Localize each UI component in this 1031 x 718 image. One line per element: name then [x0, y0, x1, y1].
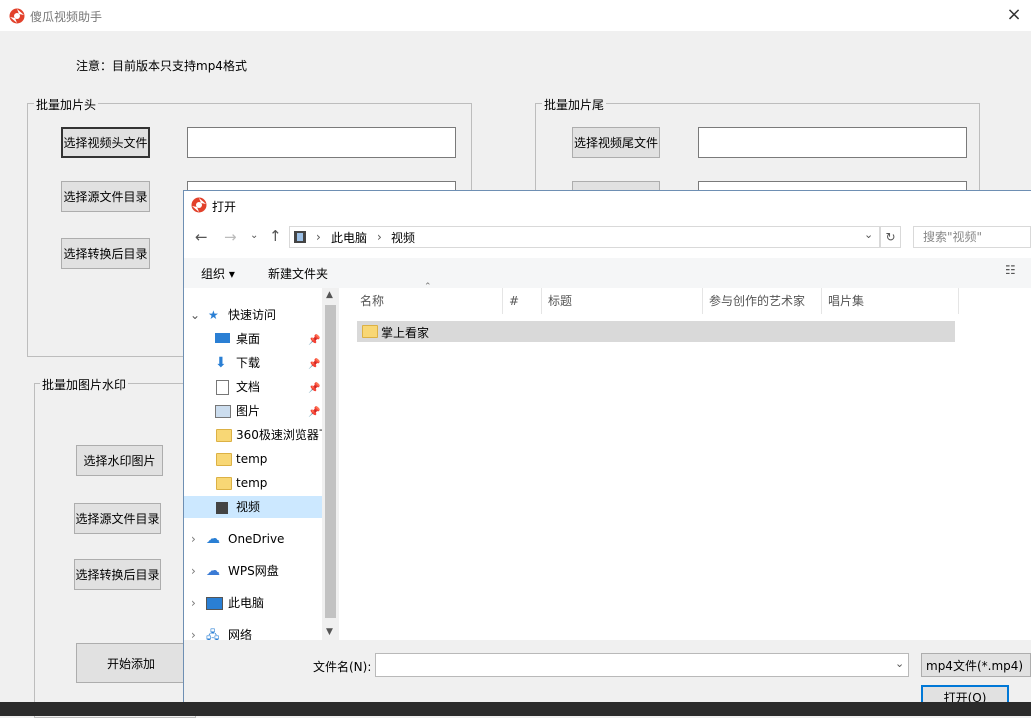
computer-icon [206, 592, 223, 614]
forward-arrow-icon[interactable]: → [224, 228, 237, 246]
filename-label: 文件名(N): [313, 658, 371, 675]
filename-input[interactable] [375, 653, 909, 677]
expand-arrow-icon[interactable]: › [191, 560, 196, 582]
column-album[interactable]: 唱片集 [822, 288, 959, 314]
pin-icon: 📌 [308, 407, 320, 418]
tree-temp-2[interactable]: temp [236, 472, 267, 494]
video-library-icon [293, 230, 307, 244]
file-row-name[interactable]: 掌上看家 [381, 324, 429, 341]
scroll-down-icon[interactable]: ▼ [326, 627, 333, 637]
tree-temp-1[interactable]: temp [236, 448, 267, 470]
document-icon [216, 376, 229, 398]
file-row[interactable] [357, 321, 955, 342]
head-file-input[interactable] [187, 127, 456, 158]
select-tail-file-button[interactable]: 选择视频尾文件 [572, 127, 660, 158]
pin-icon: 📌 [308, 359, 320, 370]
tree-videos[interactable]: 视频 [236, 496, 260, 518]
watermark-select-output-button[interactable]: 选择转换后目录 [74, 559, 161, 590]
expand-chevron-icon[interactable]: ⌄ [190, 304, 200, 326]
format-notice: 注意：目前版本只支持mp4格式 [76, 57, 247, 74]
header-group-legend: 批量加片头 [34, 96, 98, 113]
expand-arrow-icon[interactable]: › [191, 528, 196, 550]
cloud-icon: ☁ [206, 528, 220, 550]
download-icon: ⬇ [215, 352, 227, 374]
title-bar [0, 0, 1031, 31]
tree-this-pc[interactable]: 此电脑 [228, 592, 264, 614]
select-source-dir-button[interactable]: 选择源文件目录 [61, 181, 150, 212]
column-name[interactable]: 名称 [354, 288, 503, 314]
column-artists[interactable]: 参与创作的艺术家 [703, 288, 822, 314]
tree-browser-folder[interactable]: 360极速浏览器下 [236, 424, 322, 446]
recent-chevron-icon[interactable]: ⌄ [250, 230, 258, 241]
star-icon: ★ [208, 304, 219, 326]
folder-icon [362, 324, 378, 338]
wps-cloud-icon: ☁ [206, 560, 220, 582]
breadcrumb-sep-icon: › [377, 230, 382, 244]
address-dropdown-icon[interactable]: ⌄ [864, 228, 873, 241]
file-type-filter[interactable]: mp4文件(*.mp4) [921, 653, 1031, 677]
tree-wps[interactable]: WPS网盘 [228, 560, 279, 582]
tree-downloads[interactable]: 下载 [236, 352, 260, 374]
folder-icon [216, 424, 232, 446]
tree-documents[interactable]: 文档 [236, 376, 260, 398]
column-title[interactable]: 标题 [542, 288, 703, 314]
nav-scrollbar-thumb[interactable] [325, 305, 336, 618]
expand-arrow-icon[interactable]: › [191, 592, 196, 614]
watermark-group-legend: 批量加图片水印 [40, 376, 128, 393]
watermark-select-source-button[interactable]: 选择源文件目录 [74, 503, 161, 534]
tree-quick-access[interactable]: 快速访问 [228, 304, 276, 326]
search-input[interactable]: 搜索"视频" [913, 226, 1031, 248]
column-number[interactable]: # [503, 288, 542, 314]
folder-icon [216, 448, 232, 470]
video-library-icon [216, 496, 228, 518]
breadcrumb-sep-icon: › [316, 230, 321, 244]
start-add-button[interactable]: 开始添加 [76, 643, 186, 683]
select-head-file-button[interactable]: 选择视频头文件 [61, 127, 150, 158]
select-watermark-image-button[interactable]: 选择水印图片 [76, 445, 163, 476]
desktop-icon [215, 328, 230, 350]
tail-file-input[interactable] [698, 127, 967, 158]
back-arrow-icon[interactable]: ← [195, 228, 208, 246]
refresh-icon[interactable]: ↻ [880, 226, 901, 248]
tree-onedrive[interactable]: OneDrive [228, 528, 284, 550]
taskbar [0, 702, 1031, 716]
tree-desktop[interactable]: 桌面 [236, 328, 260, 350]
filename-dropdown-icon[interactable]: ⌄ [895, 657, 904, 670]
scroll-up-icon[interactable]: ▲ [326, 290, 333, 300]
dialog-logo-icon [191, 197, 207, 213]
breadcrumb-videos[interactable]: 视频 [391, 229, 415, 246]
tail-group-legend: 批量加片尾 [542, 96, 606, 113]
dialog-title: 打开 [212, 198, 236, 215]
pin-icon: 📌 [308, 335, 320, 346]
window-title: 傻瓜视频助手 [30, 8, 102, 25]
organize-menu[interactable]: 组织 ▾ [201, 265, 235, 282]
tree-pictures[interactable]: 图片 [236, 400, 260, 422]
picture-icon [215, 400, 231, 422]
pin-icon: 📌 [308, 383, 320, 394]
new-folder-button[interactable]: 新建文件夹 [268, 265, 328, 282]
folder-icon [216, 472, 232, 494]
close-icon[interactable]: × [1000, 3, 1028, 27]
app-logo-icon [9, 8, 25, 24]
breadcrumb-this-pc[interactable]: 此电脑 [331, 229, 367, 246]
up-arrow-icon[interactable]: ↑ [269, 227, 282, 245]
select-output-dir-button[interactable]: 选择转换后目录 [61, 238, 150, 269]
view-options-icon[interactable]: ☷ [1005, 263, 1016, 277]
